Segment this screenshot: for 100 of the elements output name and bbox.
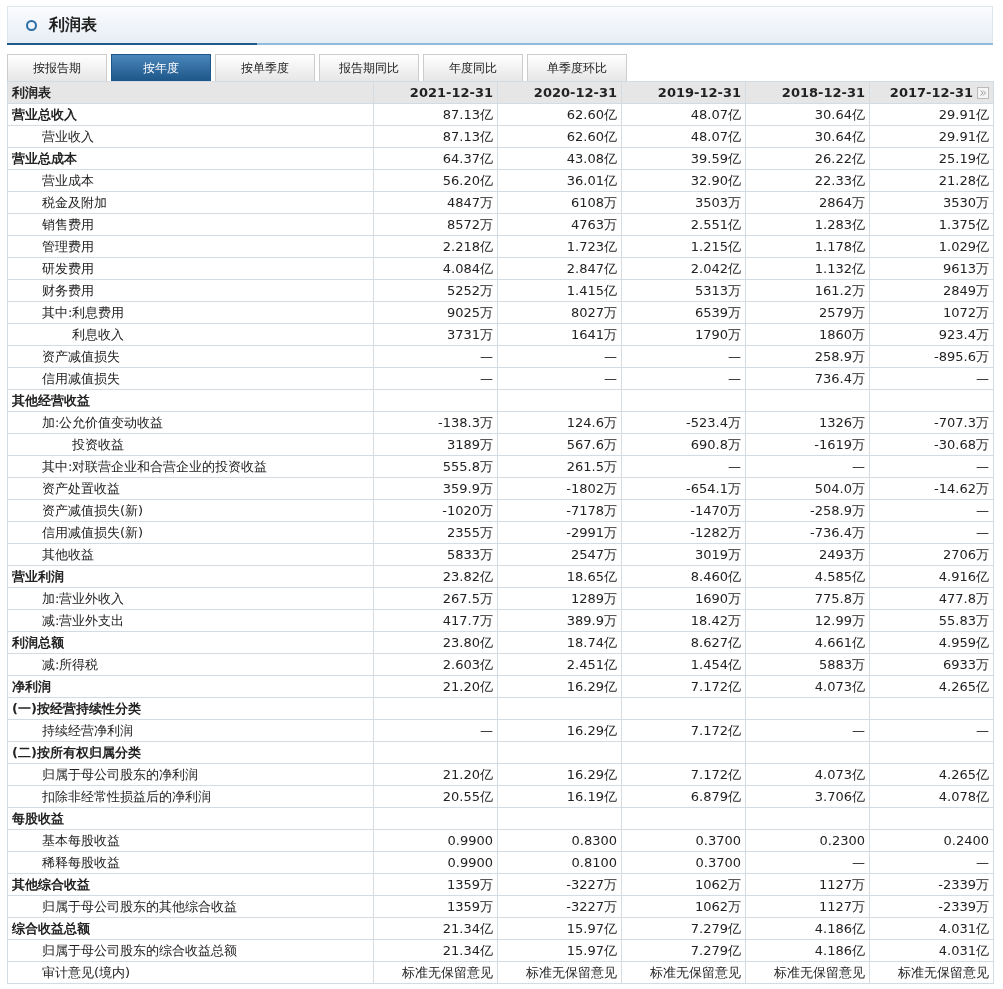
table-cell: — — [373, 345, 498, 368]
table-cell: 1127万 — [745, 873, 870, 896]
circle-icon — [26, 19, 37, 31]
table-cell: 18.42万 — [621, 609, 746, 632]
table-cell: 4.084亿 — [373, 257, 498, 280]
table-cell: 20.55亿 — [373, 785, 498, 808]
table-cell: -1619万 — [745, 433, 870, 456]
table-cell: 161.2万 — [745, 279, 870, 302]
table-cell: -1020万 — [373, 499, 498, 522]
table-cell: 2493万 — [745, 543, 870, 566]
row-label: (一)按经营持续性分类 — [7, 697, 374, 720]
table-cell: -895.6万 — [869, 345, 994, 368]
tab[interactable]: 单季度环比 — [527, 54, 627, 81]
tab[interactable]: 报告期同比 — [319, 54, 419, 81]
table-cell: 4847万 — [373, 191, 498, 214]
table-cell: 0.9900 — [373, 829, 498, 852]
table-cell: 2849万 — [869, 279, 994, 302]
table-cell: -3227万 — [497, 895, 622, 918]
table-cell: 1062万 — [621, 895, 746, 918]
table-cell: 9613万 — [869, 257, 994, 280]
table-cell: 18.65亿 — [497, 565, 622, 588]
table-cell: 124.6万 — [497, 411, 622, 434]
table-cell: 8.627亿 — [621, 631, 746, 654]
tab[interactable]: 按年度 — [111, 54, 211, 81]
table-cell: 1326万 — [745, 411, 870, 434]
table-cell: 7.279亿 — [621, 917, 746, 940]
table-cell: 36.01亿 — [497, 169, 622, 192]
table-cell: — — [497, 345, 622, 368]
row-label: 归属于母公司股东的其他综合收益 — [7, 895, 374, 918]
table-cell: -3227万 — [497, 873, 622, 896]
table-cell: — — [745, 455, 870, 478]
table-cell: 1.454亿 — [621, 653, 746, 676]
row-label: 净利润 — [7, 675, 374, 698]
table-cell: — — [869, 851, 994, 874]
table-cell: 4.265亿 — [869, 675, 994, 698]
table-cell: — — [621, 455, 746, 478]
table-cell: 2579万 — [745, 301, 870, 324]
row-label: 税金及附加 — [7, 191, 374, 214]
table-cell: 16.29亿 — [497, 719, 622, 742]
table-cell: 1359万 — [373, 895, 498, 918]
row-label: 扣除非经常性损益后的净利润 — [7, 785, 374, 808]
table-cell: 9025万 — [373, 301, 498, 324]
table-cell: -2339万 — [869, 873, 994, 896]
table-cell: -523.4万 — [621, 411, 746, 434]
table-cell: -2339万 — [869, 895, 994, 918]
table-cell: 7.172亿 — [621, 719, 746, 742]
row-label: 其他收益 — [7, 543, 374, 566]
table-cell: 775.8万 — [745, 587, 870, 610]
row-label: 加:公允价值变动收益 — [7, 411, 374, 434]
row-label: 资产处置收益 — [7, 477, 374, 500]
table-cell: 4.186亿 — [745, 917, 870, 940]
table-cell: -30.68万 — [869, 433, 994, 456]
row-label: 减:所得税 — [7, 653, 374, 676]
table-cell: — — [869, 499, 994, 522]
table-cell: 7.172亿 — [621, 763, 746, 786]
table-cell: -1282万 — [621, 521, 746, 544]
tab[interactable]: 按单季度 — [215, 54, 315, 81]
row-label: 营业利润 — [7, 565, 374, 588]
row-label: 管理费用 — [7, 235, 374, 258]
table-cell: 0.2300 — [745, 829, 870, 852]
row-label: 信用减值损失(新) — [7, 521, 374, 544]
table-cell: 0.2400 — [869, 829, 994, 852]
table-cell: 4.265亿 — [869, 763, 994, 786]
table-cell: 21.28亿 — [869, 169, 994, 192]
table-cell: — — [373, 367, 498, 390]
table-cell: 16.19亿 — [497, 785, 622, 808]
table-cell: 2.551亿 — [621, 213, 746, 236]
tab[interactable]: 年度同比 — [423, 54, 523, 81]
table-cell: — — [745, 851, 870, 874]
table-cell: 6108万 — [497, 191, 622, 214]
table-cell: — — [869, 367, 994, 390]
table-cell: 3189万 — [373, 433, 498, 456]
table-cell: 8027万 — [497, 301, 622, 324]
table-cell: -258.9万 — [745, 499, 870, 522]
table-cell: 48.07亿 — [621, 125, 746, 148]
table-cell: 1127万 — [745, 895, 870, 918]
double-chevron-icon[interactable] — [977, 86, 989, 99]
row-label: 减:营业外支出 — [7, 609, 374, 632]
table-cell: 6933万 — [869, 653, 994, 676]
table-cell: 2.042亿 — [621, 257, 746, 280]
table-cell: 21.20亿 — [373, 763, 498, 786]
table-cell: 0.8300 — [497, 829, 622, 852]
table-cell: 5833万 — [373, 543, 498, 566]
table-cell: 62.60亿 — [497, 125, 622, 148]
row-label: 营业总成本 — [7, 147, 374, 170]
table-cell: 87.13亿 — [373, 125, 498, 148]
table-cell: 12.99万 — [745, 609, 870, 632]
table-cell: 4.078亿 — [869, 785, 994, 808]
table-cell: 8572万 — [373, 213, 498, 236]
table-cell: 1.215亿 — [621, 235, 746, 258]
table-cell: 261.5万 — [497, 455, 622, 478]
table-cell: -2991万 — [497, 521, 622, 544]
table-cell: 2706万 — [869, 543, 994, 566]
table-cell: 736.4万 — [745, 367, 870, 390]
table-cell: — — [497, 367, 622, 390]
table-cell: 15.97亿 — [497, 939, 622, 962]
tab[interactable]: 按报告期 — [7, 54, 107, 81]
table-cell: -7178万 — [497, 499, 622, 522]
table-cell: 23.82亿 — [373, 565, 498, 588]
panel-title: 利润表 — [49, 14, 97, 36]
